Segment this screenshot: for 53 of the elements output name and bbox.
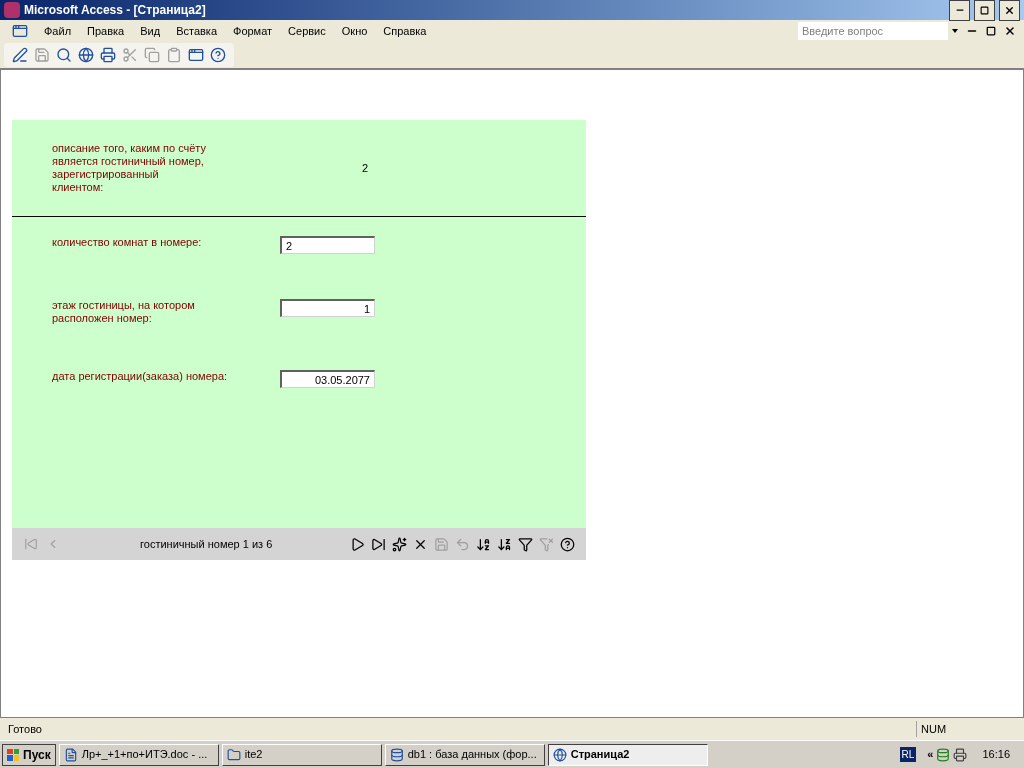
text-field[interactable]: 03.05.2077 — [280, 370, 375, 388]
help-icon[interactable] — [560, 536, 575, 552]
clock: 16:16 — [981, 747, 1011, 763]
dropdown-icon[interactable] — [952, 29, 958, 33]
text-field[interactable]: 1 — [280, 299, 375, 317]
menu-item[interactable]: Окно — [333, 22, 376, 40]
taskbar-button[interactable]: Страница2 — [547, 743, 708, 766]
help-search-field[interactable]: Введите вопрос — [798, 22, 948, 40]
print-icon[interactable] — [100, 47, 116, 63]
restore-button[interactable] — [974, 0, 995, 21]
tray-icon[interactable] — [936, 747, 951, 762]
close-icon[interactable] — [1004, 25, 1016, 37]
window-title: Microsoft Access - [Страница2] — [24, 2, 207, 19]
menu-item[interactable]: Справка — [375, 22, 435, 40]
taskbar-button[interactable]: db1 : база данных (фор... — [384, 743, 545, 766]
record-number: 2 — [362, 160, 369, 176]
field-label: этаж гостиницы, на котором расположен номер: — [52, 299, 196, 325]
close-icon — [1004, 4, 1015, 16]
menu-item[interactable]: Правка — [79, 22, 133, 40]
field-label: количество комнат в номере: — [52, 236, 203, 249]
preview-icon[interactable] — [56, 47, 72, 63]
next-icon[interactable] — [350, 536, 365, 552]
form-icon — [12, 23, 28, 39]
db-icon — [389, 747, 404, 762]
sortasc-icon[interactable] — [476, 536, 491, 552]
restore-icon[interactable] — [986, 26, 996, 36]
tray-expand-button[interactable]: « — [927, 746, 934, 763]
text-field[interactable]: 2 — [280, 236, 375, 254]
record-caption: гостиничный номер 1 из 6 — [140, 536, 273, 552]
minimize-button[interactable] — [949, 0, 970, 21]
sortdesc-icon[interactable] — [497, 536, 512, 552]
tray-icon[interactable] — [953, 747, 968, 762]
start-button[interactable]: Пуск — [2, 743, 56, 766]
field-label: дата регистрации(заказа) номера: — [52, 370, 229, 383]
menu-item[interactable]: Вставка — [168, 22, 225, 40]
menu-item[interactable]: Файл — [36, 22, 80, 40]
close-button[interactable] — [999, 0, 1020, 21]
windows-logo-icon — [7, 748, 19, 761]
taskbar-button[interactable]: Лр+_+1+по+ИТЭ.doc - ... — [58, 743, 219, 766]
status-text: Готово — [8, 721, 43, 737]
field-label: описание того, каким по счёту является гостиничный номер, зарегистрированный клиентом: — [52, 142, 208, 194]
language-indicator[interactable]: RL — [899, 747, 917, 762]
taskbar-button[interactable]: ite2 — [221, 743, 382, 766]
menu-item[interactable]: Вид — [132, 22, 169, 40]
menu-item[interactable]: Формат — [225, 22, 281, 40]
filter-icon[interactable] — [518, 536, 533, 552]
restore-icon — [980, 5, 989, 15]
last-icon[interactable] — [371, 536, 386, 552]
folder-icon — [226, 747, 241, 762]
menu-item[interactable]: Сервис — [280, 22, 334, 40]
num-lock-indicator: NUM — [916, 720, 976, 738]
help-icon[interactable] — [210, 47, 226, 63]
window-icon[interactable] — [188, 47, 204, 63]
